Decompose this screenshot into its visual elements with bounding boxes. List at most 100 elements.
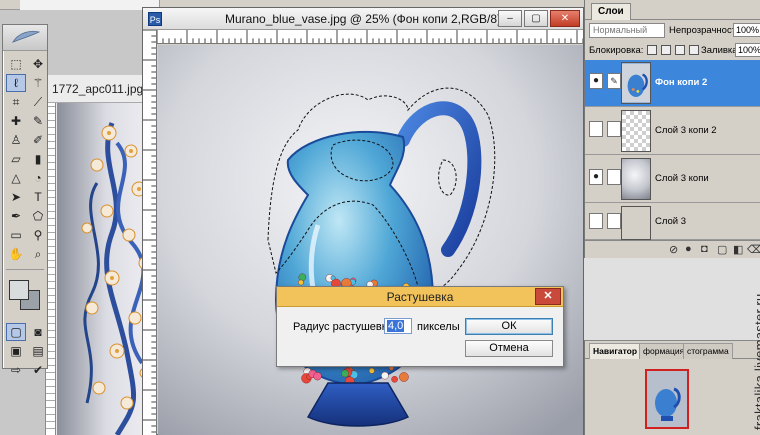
ghost-document-tab[interactable] — [20, 0, 160, 10]
tab-navigator[interactable]: Навигатор — [589, 343, 642, 359]
delete-layer-icon[interactable]: ⌫ — [747, 243, 760, 256]
standard-mode-icon[interactable]: ▢ — [6, 323, 26, 341]
document-titlebar[interactable]: Ps Murano_blue_vase.jpg @ 25% (Фон копи … — [143, 8, 583, 30]
eyedropper-tool-icon[interactable]: ⚲ — [28, 226, 48, 244]
tools-divider — [6, 269, 44, 273]
color-swatches[interactable] — [6, 276, 44, 316]
check-icon[interactable]: ✔ — [28, 361, 48, 379]
feather-radius-label: Радиус растушевки: — [293, 321, 396, 333]
horizontal-ruler[interactable] — [157, 30, 583, 44]
lock-pixels-icon[interactable] — [661, 45, 671, 55]
murrine-dot — [330, 275, 336, 281]
navigator-preview[interactable] — [645, 369, 689, 429]
new-group-icon[interactable]: ▢ — [717, 243, 727, 256]
watermark-text: fraktalika.livemaster.ru — [752, 293, 760, 430]
background-document-window[interactable]: 1772_apc011.jpg — [45, 75, 156, 435]
visibility-eye-icon[interactable]: ● — [589, 169, 603, 185]
visibility-eye-icon[interactable]: ● — [589, 73, 603, 89]
healing-brush-tool-icon[interactable]: ✚ — [6, 112, 26, 130]
murrine-dot — [399, 372, 409, 382]
move-tool-icon[interactable]: ✥ — [28, 55, 48, 73]
gradient-tool-icon[interactable]: ▮ — [28, 150, 48, 168]
layer-row[interactable]: ● ✎ Фон копи 2 — [585, 60, 760, 107]
feather-dialog-titlebar[interactable]: Растушевка ✕ — [277, 287, 563, 307]
murrine-dot — [313, 372, 322, 381]
fill-input[interactable]: 100% — [735, 43, 760, 57]
layer-row[interactable]: ● Слой 3 копи — [585, 156, 760, 203]
murrine-dot — [391, 375, 398, 383]
path-selection-tool-icon[interactable]: ➤ — [6, 188, 26, 206]
maximize-button[interactable]: ▢ — [524, 10, 548, 27]
layer-name: Слой 3 копи 2 — [655, 125, 717, 136]
blur-tool-icon[interactable]: △ — [6, 169, 26, 187]
brush-tool-icon[interactable]: ✎ — [28, 112, 48, 130]
tab-histogram[interactable]: стограмма — [683, 343, 733, 359]
tab-info[interactable]: формация — [639, 343, 689, 359]
layer-thumbnail-vase — [621, 62, 651, 104]
notes-tool-icon[interactable]: ▭ — [6, 226, 26, 244]
layers-tab[interactable]: Слои — [591, 3, 631, 20]
lock-label: Блокировка: — [589, 45, 644, 56]
layer-mask-icon[interactable]: ◘ — [701, 243, 708, 255]
layer-thumbnail-gradient — [621, 158, 651, 200]
visibility-toggle-empty[interactable] — [589, 213, 603, 229]
lock-transparency-icon[interactable] — [647, 45, 657, 55]
quick-mask-mode-icon[interactable]: ◙ — [28, 323, 48, 341]
screen-mode-full-icon[interactable]: ▤ — [28, 342, 48, 360]
type-tool-icon[interactable]: T — [28, 188, 48, 206]
blend-mode-select[interactable]: Нормальный — [589, 23, 665, 38]
tools-panel-header[interactable] — [3, 25, 47, 51]
jump-to-imageready-icon[interactable]: ⇨ — [6, 361, 26, 379]
link-toggle-empty[interactable] — [607, 169, 621, 185]
murrine-dot — [298, 273, 307, 282]
feather-radius-input[interactable]: 4,0 — [384, 318, 412, 334]
foreground-color-swatch[interactable] — [9, 280, 29, 300]
marquee-tool-icon[interactable]: ⬚ — [6, 55, 26, 73]
hand-tool-icon[interactable]: ✋ — [6, 245, 26, 263]
layer-name: Слой 3 — [655, 216, 687, 227]
layer-row[interactable]: Слой 3 — [585, 204, 760, 240]
layer-row[interactable]: Слой 3 копи 2 — [585, 108, 760, 155]
background-document-titlebar[interactable]: 1772_apc011.jpg — [46, 75, 156, 103]
brush-link-icon[interactable]: ✎ — [607, 73, 621, 89]
visibility-toggle-empty[interactable] — [589, 121, 603, 137]
layer-thumbnail-gradient — [621, 206, 651, 240]
crop-tool-icon[interactable]: ⌗ — [6, 93, 26, 111]
main-document-window[interactable]: Ps Murano_blue_vase.jpg @ 25% (Фон копи … — [142, 7, 584, 435]
stamp-tool-icon[interactable]: ♙ — [6, 131, 26, 149]
dodge-tool-icon[interactable]: ◔ — [28, 169, 48, 187]
vertical-ruler[interactable] — [143, 30, 157, 435]
shape-tool-icon[interactable]: ⬠ — [28, 207, 48, 225]
ok-button[interactable]: ОК — [465, 318, 553, 335]
link-toggle-empty[interactable] — [607, 213, 621, 229]
close-button[interactable]: ✕ — [550, 10, 580, 27]
layer-style-icon[interactable]: ● — [685, 243, 692, 255]
tools-panel[interactable]: ⬚ ✥ ℓ ⚚ ⌗ ⟋ ✚ ✎ ♙ ✐ ▱ ▮ △ ◔ ➤ T ✒ ⬠ ▭ ⚲ … — [2, 24, 48, 377]
opacity-input[interactable]: 100% — [733, 23, 760, 37]
new-layer-icon[interactable]: ◧ — [733, 243, 743, 256]
feather-dialog-title: Растушевка — [386, 290, 454, 304]
lock-position-icon[interactable] — [675, 45, 685, 55]
link-toggle-empty[interactable] — [607, 121, 621, 137]
image-canvas[interactable] — [158, 45, 583, 435]
screen-mode-standard-icon[interactable]: ▣ — [6, 342, 26, 360]
layers-panel[interactable]: Слои Нормальный Непрозрачность: 100% Бло… — [584, 0, 760, 258]
link-layers-icon[interactable]: ⊘ — [669, 243, 678, 256]
lock-all-icon[interactable] — [689, 45, 699, 55]
layers-panel-footer: ⊘ ● ◘ ▢ ◧ ⌫ — [585, 240, 760, 258]
feather-dialog[interactable]: Растушевка ✕ Радиус растушевки: 4,0 пикс… — [276, 286, 564, 367]
minimize-button[interactable]: – — [498, 10, 522, 27]
lasso-tool-icon[interactable]: ℓ — [6, 74, 26, 92]
zoom-tool-icon[interactable]: ⌕ — [28, 245, 48, 263]
slice-tool-icon[interactable]: ⟋ — [28, 93, 48, 111]
cancel-button[interactable]: Отмена — [465, 340, 553, 357]
layer-thumbnail-transparent — [621, 110, 651, 152]
history-brush-tool-icon[interactable]: ✐ — [28, 131, 48, 149]
pen-tool-icon[interactable]: ✒ — [6, 207, 26, 225]
murrine-dot — [368, 367, 375, 374]
dialog-close-button[interactable]: ✕ — [535, 288, 561, 305]
magic-wand-tool-icon[interactable]: ⚚ — [28, 74, 48, 92]
navigator-panel[interactable]: Навигатор формация стограмма — [584, 340, 760, 435]
feather-radius-value: 4,0 — [387, 320, 405, 332]
eraser-tool-icon[interactable]: ▱ — [6, 150, 26, 168]
